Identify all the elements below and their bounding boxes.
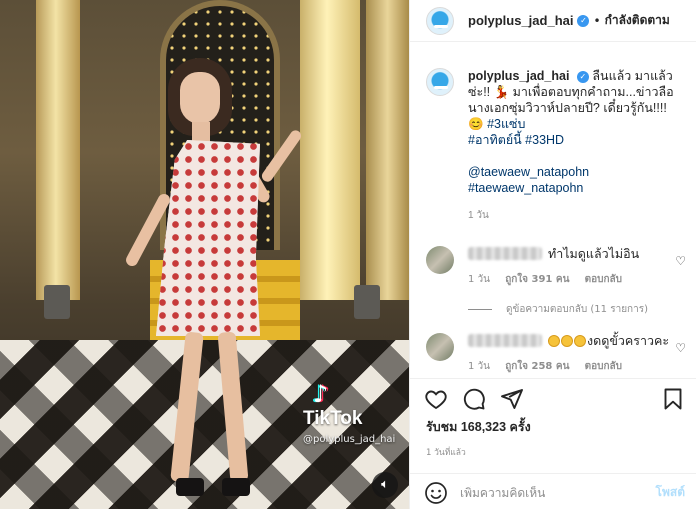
blurred-username [468,247,542,260]
post-time-ago: 1 วันที่แล้ว [426,448,466,458]
bookmark-icon[interactable] [661,387,685,411]
header-username[interactable]: polyplus_jad_hai [468,13,573,28]
comment-timestamp: 1 วัน [468,274,490,285]
replies-divider [468,309,492,310]
comment-input[interactable] [460,485,656,500]
comment-item: ♡ ทำไมดูแล้วไม่อิน 1 วัน ถูกใจ 391 คน ตอ… [410,246,696,287]
comment-like-heart-icon[interactable]: ♡ [675,341,686,355]
post-header: polyplus_jad_hai ✓ • กำลังติดตาม [410,0,696,42]
stage-column [300,0,360,300]
dancer-shoe [176,478,204,496]
tiktok-brand: TikTok [303,408,363,429]
hashtag-link[interactable]: #3แซ่บ [487,117,525,131]
stage-light [354,285,380,319]
comment-timestamp: 1 วัน [468,361,490,372]
hashtag-link[interactable]: #taewaew_natapohn [468,180,680,196]
reply-button[interactable]: ตอบกลับ [585,274,622,285]
view-replies-button[interactable]: ดูข้อความตอบกลับ (11 รายการ) [468,302,696,317]
mute-button[interactable]: 🔈︎ [372,472,398,498]
sad-face-emoji-icon [548,335,560,347]
post-caption: polyplus_jad_hai ✓ ลืนแล้ว มาแล้วซ่ะ!! 💃… [410,42,696,224]
emoji-picker-icon[interactable] [424,481,448,505]
action-bar: รับชม 168,323 ครั้ง 1 วันที่แล้ว โพสต์ [410,378,696,504]
dancer-leg [170,331,204,483]
post-sidebar: polyplus_jad_hai ✓ • กำลังติดตาม polyplu… [409,0,696,509]
dancer-face [180,72,220,124]
comment-like-heart-icon[interactable]: ♡ [675,254,686,268]
caption-avatar[interactable] [426,68,454,96]
comment-icon[interactable] [462,387,486,411]
comment-text: ทำไมดูแล้วไม่อิน [548,247,640,261]
dancer-arm [259,128,304,184]
view-replies-label: ดูข้อความตอบกลับ (11 รายการ) [506,304,648,315]
comment-text: งดดูขั้วคราวคะ [587,334,670,348]
sad-face-emoji-icon [561,335,573,347]
tiktok-logo-icon: ♪ [313,380,329,408]
dancer-figure [120,40,304,500]
separator-dot: • [593,13,601,28]
post-video[interactable]: ♪ TikTok @polyplus_jad_hai 🔈︎ [0,0,409,509]
dancer-shoe [222,478,250,496]
dancer-dress [156,140,260,336]
hashtag-link[interactable]: #อาทิตย์นี้ #33HD [468,132,680,148]
heart-icon[interactable] [424,387,448,411]
speaker-icon: 🔈︎ [381,477,389,492]
reply-button[interactable]: ตอบกลับ [585,361,622,372]
comment-likes[interactable]: ถูกใจ 258 คน [505,361,569,372]
dancer-leg [217,331,249,483]
blurred-username [468,334,542,347]
sad-face-emoji-icon [574,335,586,347]
view-count[interactable]: รับชม 168,323 ครั้ง [410,417,696,437]
verified-badge-icon: ✓ [576,71,589,83]
stage-light [44,285,70,319]
commenter-avatar[interactable] [426,246,454,274]
add-comment-bar: โพสต์ [410,473,696,509]
profile-avatar[interactable] [426,6,454,35]
comment-item: ♡ งดดูขั้วคราวคะ 1 วัน ถูกใจ 258 คน ตอบก… [410,333,696,374]
stage-column [366,0,409,300]
verified-badge-icon: ✓ [577,14,590,27]
caption-timestamp: 1 วัน [468,210,489,221]
post-comment-button[interactable]: โพสต์ [656,483,685,502]
caption-username[interactable]: polyplus_jad_hai [468,69,569,83]
commenter-avatar[interactable] [426,333,454,361]
comment-likes[interactable]: ถูกใจ 391 คน [505,274,569,285]
following-button[interactable]: กำลังติดตาม [605,11,670,30]
mention-link[interactable]: @taewaew_natapohn [468,164,680,180]
stage-column [36,0,80,300]
tiktok-watermark: ♪ TikTok @polyplus_jad_hai [303,382,403,445]
share-icon[interactable] [500,387,524,411]
tiktok-handle: @polyplus_jad_hai [303,434,396,445]
